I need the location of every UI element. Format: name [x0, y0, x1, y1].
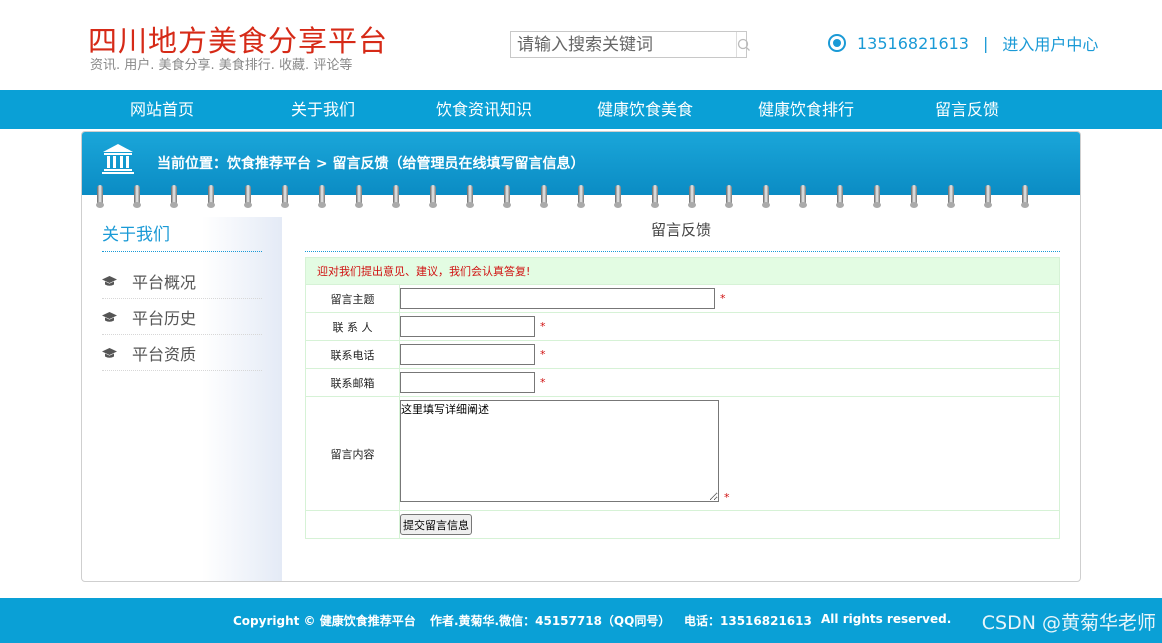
field-label: 留言主题	[306, 285, 400, 312]
form-notice: 迎对我们提出意见、建议，我们会认真答复!	[305, 257, 1060, 285]
location-target-icon	[828, 34, 846, 52]
binding-ring	[96, 185, 104, 208]
field-label: 留言内容	[306, 397, 400, 510]
binding-ring	[540, 185, 548, 208]
field-label: 联系电话	[306, 341, 400, 368]
graduation-cap-icon	[102, 275, 117, 286]
binding-ring	[392, 185, 400, 208]
binding-ring	[355, 185, 363, 208]
message-textarea[interactable]: 这里填写详细阐述	[400, 400, 719, 502]
institution-icon	[102, 144, 134, 174]
binding-ring	[651, 185, 659, 208]
header: 四川地方美食分享平台 资讯. 用户. 美食分享. 美食排行. 收藏. 评论等 1…	[0, 0, 1162, 90]
nav-item-home[interactable]: 网站首页	[102, 90, 222, 129]
sidebar-item-history[interactable]: 平台历史	[102, 299, 262, 335]
form-row-contact: 联 系 人 *	[305, 313, 1060, 341]
search-button[interactable]	[736, 32, 751, 57]
binding-ring	[318, 185, 326, 208]
nav-item-ranking[interactable]: 健康饮食排行	[746, 90, 866, 129]
binding-ring	[984, 185, 992, 208]
watermark: CSDN @黄菊华老师	[981, 612, 1156, 634]
required-mark: *	[540, 376, 546, 389]
binding-ring	[688, 185, 696, 208]
main-panel: 当前位置：饮食推荐平台 > 留言反馈（给管理员在线填写留言信息） 关于我们 平台…	[81, 131, 1081, 582]
binding-ring	[725, 185, 733, 208]
form-row-subject: 留言主题 *	[305, 285, 1060, 313]
form-row-submit: 提交留言信息	[305, 511, 1060, 539]
breadcrumb: 当前位置：饮食推荐平台 > 留言反馈（给管理员在线填写留言信息）	[157, 156, 585, 172]
nav-item-about[interactable]: 关于我们	[263, 90, 383, 129]
nav-item-news[interactable]: 饮食资讯知识	[424, 90, 544, 129]
binding-ring	[244, 185, 252, 208]
binding-ring	[429, 185, 437, 208]
contact-name-input[interactable]	[400, 316, 535, 337]
binding-ring	[1021, 185, 1029, 208]
contact-separator: |	[982, 33, 989, 53]
content-divider	[305, 251, 1060, 252]
binding-ring	[910, 185, 918, 208]
footer-author: 作者.黄菊华.微信：45157718（QQ同号）	[430, 614, 671, 628]
subject-input[interactable]	[400, 288, 715, 309]
sidebar-title: 关于我们	[102, 220, 262, 252]
field-label: 联系邮箱	[306, 369, 400, 396]
spiral-binding	[82, 185, 1080, 209]
user-center-link[interactable]: 进入用户中心	[1002, 31, 1098, 55]
binding-ring	[577, 185, 585, 208]
field-label: 联 系 人	[306, 313, 400, 340]
sidebar-item-label: 平台资质	[132, 344, 197, 364]
search-input[interactable]	[511, 32, 736, 57]
phone-input[interactable]	[400, 344, 535, 365]
binding-ring	[133, 185, 141, 208]
binding-ring	[503, 185, 511, 208]
binding-ring	[281, 185, 289, 208]
empty-label-cell	[306, 511, 400, 538]
required-mark: *	[720, 292, 726, 305]
form-row-email: 联系邮箱 *	[305, 369, 1060, 397]
binding-ring	[466, 185, 474, 208]
graduation-cap-icon	[102, 347, 117, 358]
binding-ring	[836, 185, 844, 208]
sidebar-item-label: 平台历史	[132, 308, 197, 328]
footer-rights: All rights reserved.	[821, 612, 952, 626]
search-box	[510, 31, 750, 58]
content-title: 留言反馈	[651, 221, 712, 239]
nav-item-food[interactable]: 健康饮食美食	[585, 90, 705, 129]
binding-ring	[873, 185, 881, 208]
feedback-form: 迎对我们提出意见、建议，我们会认真答复! 留言主题 * 联 系 人 * 联系电话…	[305, 257, 1060, 539]
site-subtitle: 资讯. 用户. 美食分享. 美食排行. 收藏. 评论等	[90, 58, 353, 73]
binding-ring	[762, 185, 770, 208]
form-row-message: 留言内容 这里填写详细阐述 *	[305, 397, 1060, 511]
footer-copyright: Copyright © 健康饮食推荐平台	[233, 614, 416, 628]
binding-ring	[947, 185, 955, 208]
sidebar-item-qualification[interactable]: 平台资质	[102, 335, 262, 371]
main-nav: 网站首页 关于我们 饮食资讯知识 健康饮食美食 健康饮食排行 留言反馈	[0, 90, 1162, 129]
footer-tel: 电话：13516821613	[684, 614, 812, 628]
email-input[interactable]	[400, 372, 535, 393]
binding-ring	[170, 185, 178, 208]
required-mark: *	[540, 320, 546, 333]
required-mark: *	[724, 491, 730, 504]
footer: Copyright © 健康饮食推荐平台 作者.黄菊华.微信：45157718（…	[0, 598, 1162, 643]
sidebar-item-label: 平台概况	[132, 272, 197, 292]
required-mark: *	[540, 348, 546, 361]
submit-button[interactable]: 提交留言信息	[400, 514, 472, 535]
graduation-cap-icon	[102, 311, 117, 322]
form-row-phone: 联系电话 *	[305, 341, 1060, 369]
phone-number: 13516821613	[857, 33, 969, 53]
binding-ring	[207, 185, 215, 208]
binding-ring	[614, 185, 622, 208]
binding-ring	[799, 185, 807, 208]
nav-item-feedback[interactable]: 留言反馈	[907, 90, 1027, 129]
sidebar-item-overview[interactable]: 平台概况	[102, 263, 262, 299]
contact-info: 13516821613 | 进入用户中心	[828, 31, 1098, 55]
search-icon	[737, 38, 750, 51]
